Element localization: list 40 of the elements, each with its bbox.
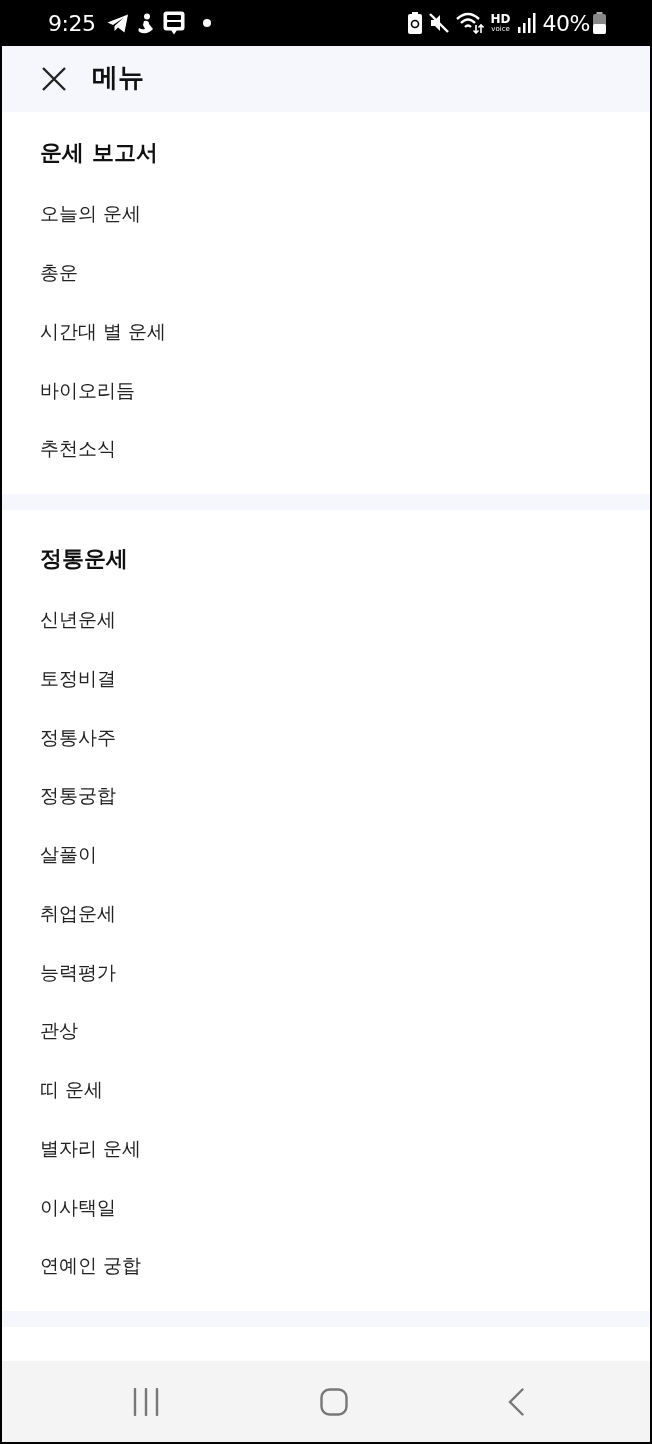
menu-item[interactable]: 오늘의 운세	[40, 200, 142, 227]
battery-saver-icon	[407, 12, 422, 34]
menu-item[interactable]: 신년운세	[40, 606, 116, 633]
menu-item[interactable]: 능력평가	[40, 958, 116, 985]
header-title: 메뉴	[92, 60, 144, 94]
menu-item[interactable]: 총운	[40, 259, 78, 286]
menu-item[interactable]: 바이오리듬	[40, 376, 135, 403]
status-time: 9:25	[48, 10, 96, 36]
home-icon	[319, 1387, 348, 1416]
close-button[interactable]	[40, 65, 68, 93]
menu-item[interactable]: 토정비결	[40, 664, 116, 691]
section-heading: 정통운세	[40, 544, 128, 573]
back-icon	[508, 1387, 524, 1416]
blog-app-icon	[163, 11, 186, 35]
menu-item[interactable]: 살풀이	[40, 841, 97, 868]
menu-item[interactable]: 띠 운세	[40, 1076, 104, 1103]
wifi-icon	[455, 12, 484, 34]
figure-icon	[137, 12, 156, 34]
mute-icon	[428, 13, 449, 33]
menu-item[interactable]: 정통사주	[40, 723, 116, 750]
paper-plane-icon	[107, 13, 130, 33]
battery-percent: 40%	[542, 10, 590, 36]
menu-item[interactable]: 연예인 궁합	[40, 1252, 142, 1279]
section-heading: 운세 보고서	[40, 139, 158, 167]
home-button[interactable]	[319, 1387, 348, 1416]
recents-button[interactable]	[133, 1387, 159, 1416]
menu-item[interactable]: 취업운세	[40, 899, 116, 926]
battery-icon	[593, 12, 606, 34]
back-button[interactable]	[508, 1387, 524, 1416]
signal-icon	[517, 13, 536, 33]
menu-item[interactable]: 추천소식	[40, 435, 116, 462]
menu-item[interactable]: 정통궁합	[40, 782, 116, 809]
menu-item[interactable]: 시간대 별 운세	[40, 317, 167, 344]
hd-label: HD	[490, 13, 511, 25]
close-icon	[42, 67, 66, 91]
menu-item[interactable]: 이사택일	[40, 1193, 116, 1220]
menu-item[interactable]: 관상	[40, 1017, 78, 1044]
menu-item[interactable]: 별자리 운세	[40, 1134, 142, 1161]
dot-icon	[203, 19, 212, 27]
recents-icon	[133, 1387, 159, 1416]
